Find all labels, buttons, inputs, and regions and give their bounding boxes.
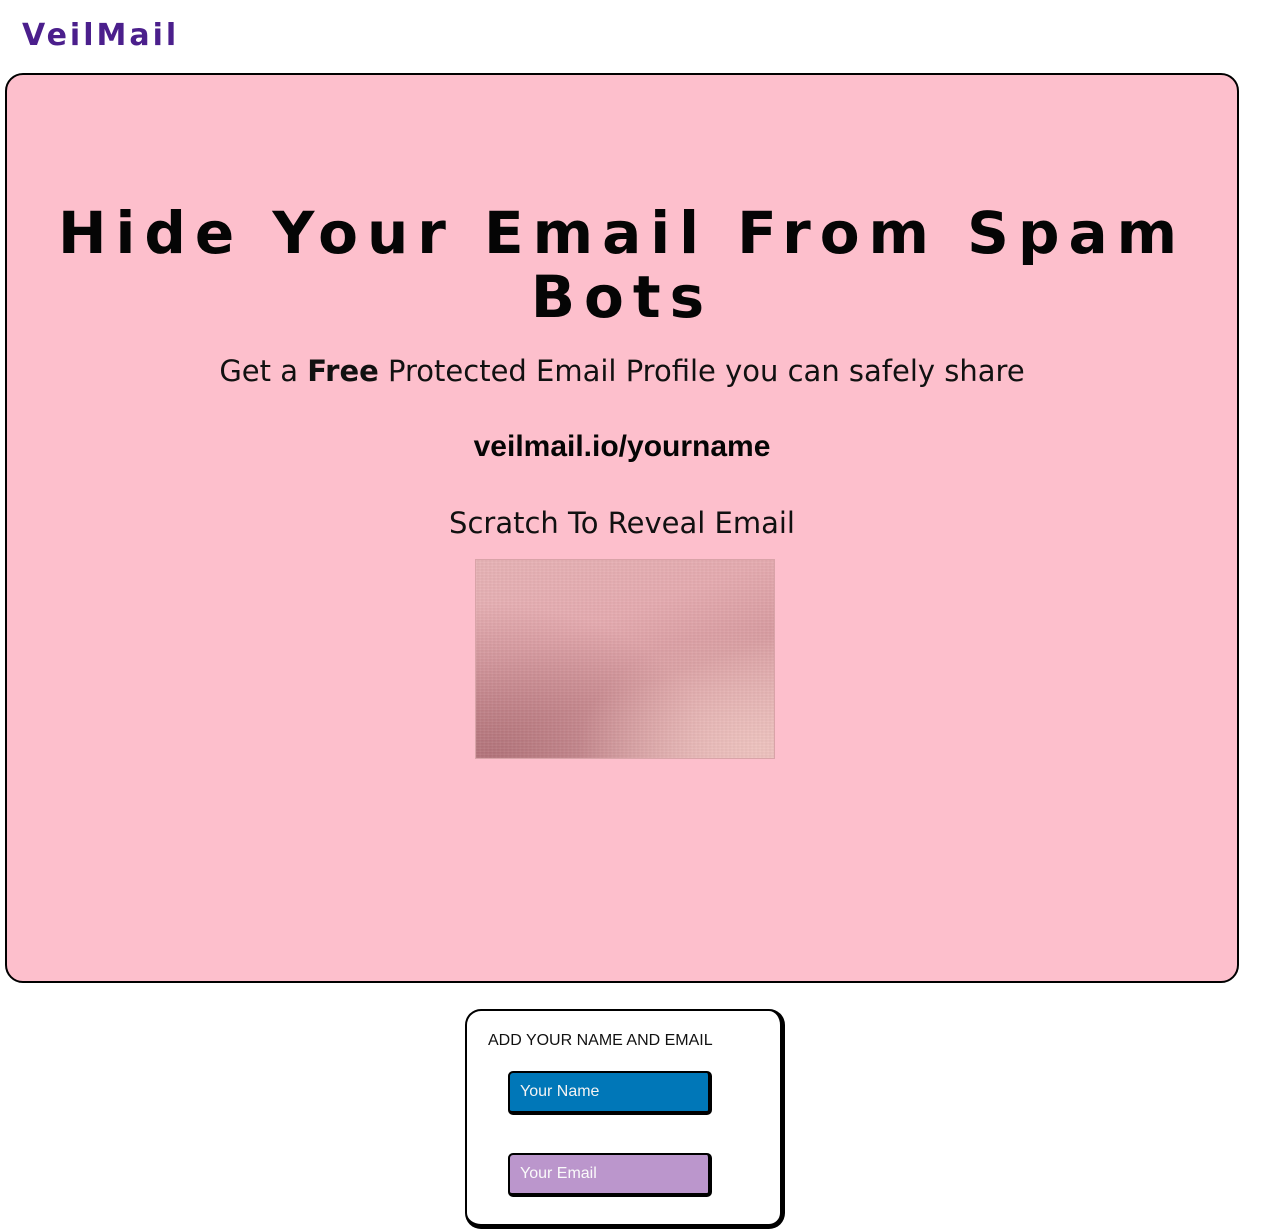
logo[interactable]: VeilMail [22,16,179,56]
hero-title: Hide Your Email From Spam Bots [57,199,1187,331]
profile-url: veilmail.io/yourname [473,430,771,463]
hero-subtitle: Get a Free Protected Email Profile you c… [7,351,1237,391]
scratch-card[interactable] [475,559,775,759]
hero-panel: Hide Your Email From Spam Bots Get a Fre… [5,73,1239,983]
hero-subtitle-free: Free [307,354,379,388]
signup-heading: ADD YOUR NAME AND EMAIL [488,1032,713,1049]
email-input[interactable] [508,1153,712,1197]
name-input[interactable] [508,1071,712,1115]
signup-form: ADD YOUR NAME AND EMAIL [465,1009,785,1229]
scratch-label: Scratch To Reveal Email [449,506,795,540]
hero-subtitle-suffix: Protected Email Profile you can safely s… [378,354,1025,388]
hero-subtitle-prefix: Get a [219,354,308,388]
